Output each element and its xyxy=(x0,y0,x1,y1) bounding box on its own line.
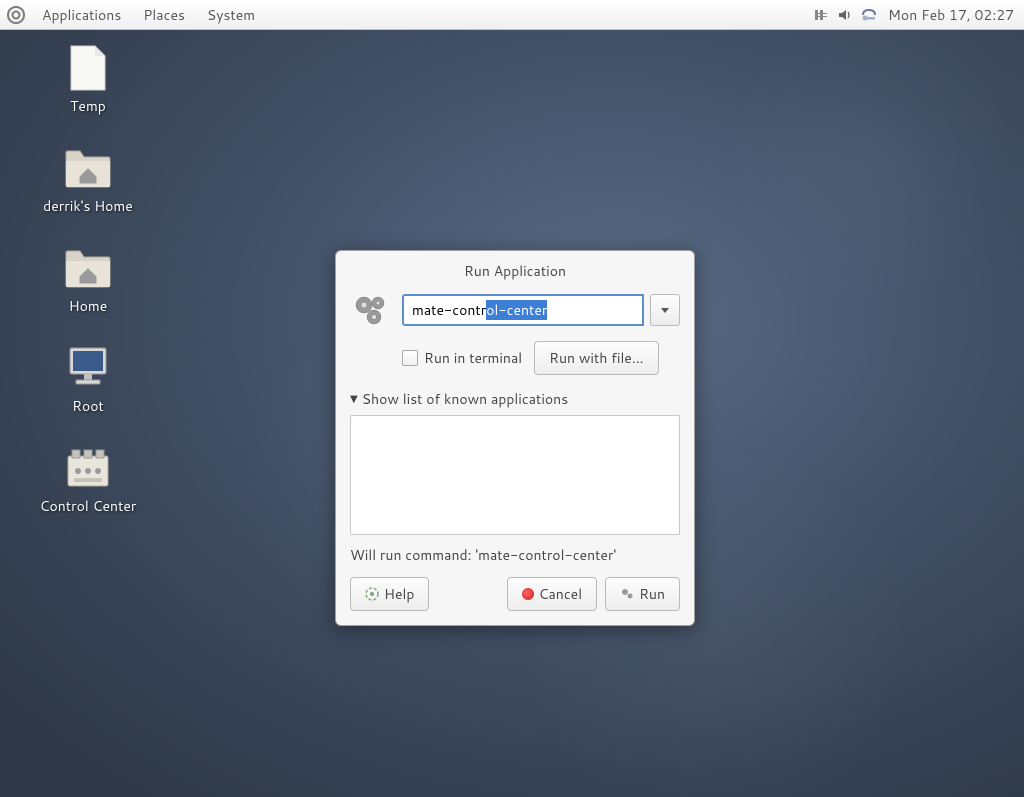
desktop-icon-home[interactable]: Home xyxy=(28,244,148,316)
desktop-icon-control-center[interactable]: Control Center xyxy=(28,444,148,516)
stop-icon xyxy=(522,588,534,600)
desktop-icons: Temp derrik's Home Home Root Control Cen… xyxy=(28,44,148,516)
help-button[interactable]: Help xyxy=(350,577,429,611)
command-input[interactable]: mate-control-center xyxy=(402,294,644,326)
volume-icon[interactable] xyxy=(836,6,854,24)
top-panel: Applications Places System Mon Feb 17, 0… xyxy=(0,0,1024,30)
command-input-combo: mate-control-center xyxy=(402,294,680,326)
button-label: Run xyxy=(639,584,665,604)
checkbox-icon xyxy=(402,350,418,366)
expander-arrow-icon: ▼ xyxy=(350,392,358,406)
known-apps-expander[interactable]: ▼ Show list of known applications xyxy=(350,389,680,409)
security-icon[interactable] xyxy=(860,6,878,24)
command-row: mate-control-center xyxy=(350,289,680,331)
run-with-file-button[interactable]: Run with file... xyxy=(534,341,658,375)
cancel-button[interactable]: Cancel xyxy=(507,577,598,611)
mate-logo-icon[interactable] xyxy=(6,5,26,25)
button-label: Cancel xyxy=(539,584,583,604)
settings-panel-icon xyxy=(64,444,112,492)
desktop-icon-derriks-home[interactable]: derrik's Home xyxy=(28,144,148,216)
menu-system[interactable]: System xyxy=(197,1,265,29)
run-button[interactable]: Run xyxy=(605,577,680,611)
spacer xyxy=(437,577,498,611)
help-icon xyxy=(365,587,379,601)
dialog-body: mate-control-center Run in terminal Run … xyxy=(336,289,694,625)
icon-label: Temp xyxy=(70,96,106,116)
dialog-buttons: Help Cancel Run xyxy=(350,577,680,611)
input-text-typed: mate-contr xyxy=(412,300,486,320)
icon-label: Root xyxy=(72,396,104,416)
command-preview: Will run command: 'mate-control-center' xyxy=(350,545,680,565)
clock[interactable]: Mon Feb 17, 02:27 xyxy=(884,5,1018,25)
gears-small-icon xyxy=(620,587,634,601)
desktop: Applications Places System Mon Feb 17, 0… xyxy=(0,0,1024,797)
panel-left: Applications Places System xyxy=(6,1,265,29)
folder-home-icon xyxy=(64,244,112,292)
command-history-dropdown[interactable] xyxy=(650,294,680,326)
chevron-down-icon xyxy=(661,308,669,313)
button-label: Help xyxy=(384,584,414,604)
network-icon[interactable] xyxy=(812,6,830,24)
menu-places[interactable]: Places xyxy=(133,1,195,29)
options-row: Run in terminal Run with file... xyxy=(350,341,680,375)
menu-applications[interactable]: Applications xyxy=(32,1,131,29)
gears-icon xyxy=(350,289,392,331)
desktop-icon-root[interactable]: Root xyxy=(28,344,148,416)
folder-home-icon xyxy=(64,144,112,192)
known-apps-list[interactable] xyxy=(350,415,680,535)
icon-label: Control Center xyxy=(40,496,137,516)
expander-label: Show list of known applications xyxy=(362,389,568,409)
dialog-title: Run Application xyxy=(336,251,694,289)
checkbox-label: Run in terminal xyxy=(424,348,522,368)
panel-right: Mon Feb 17, 02:27 xyxy=(812,5,1018,25)
run-application-dialog: Run Application mate-control-center xyxy=(335,250,695,626)
run-in-terminal-checkbox[interactable]: Run in terminal xyxy=(402,348,522,368)
computer-icon xyxy=(64,344,112,392)
file-icon xyxy=(64,44,112,92)
desktop-icon-temp[interactable]: Temp xyxy=(28,44,148,116)
icon-label: derrik's Home xyxy=(43,196,133,216)
input-text-selection: ol-center xyxy=(486,300,547,320)
icon-label: Home xyxy=(69,296,108,316)
